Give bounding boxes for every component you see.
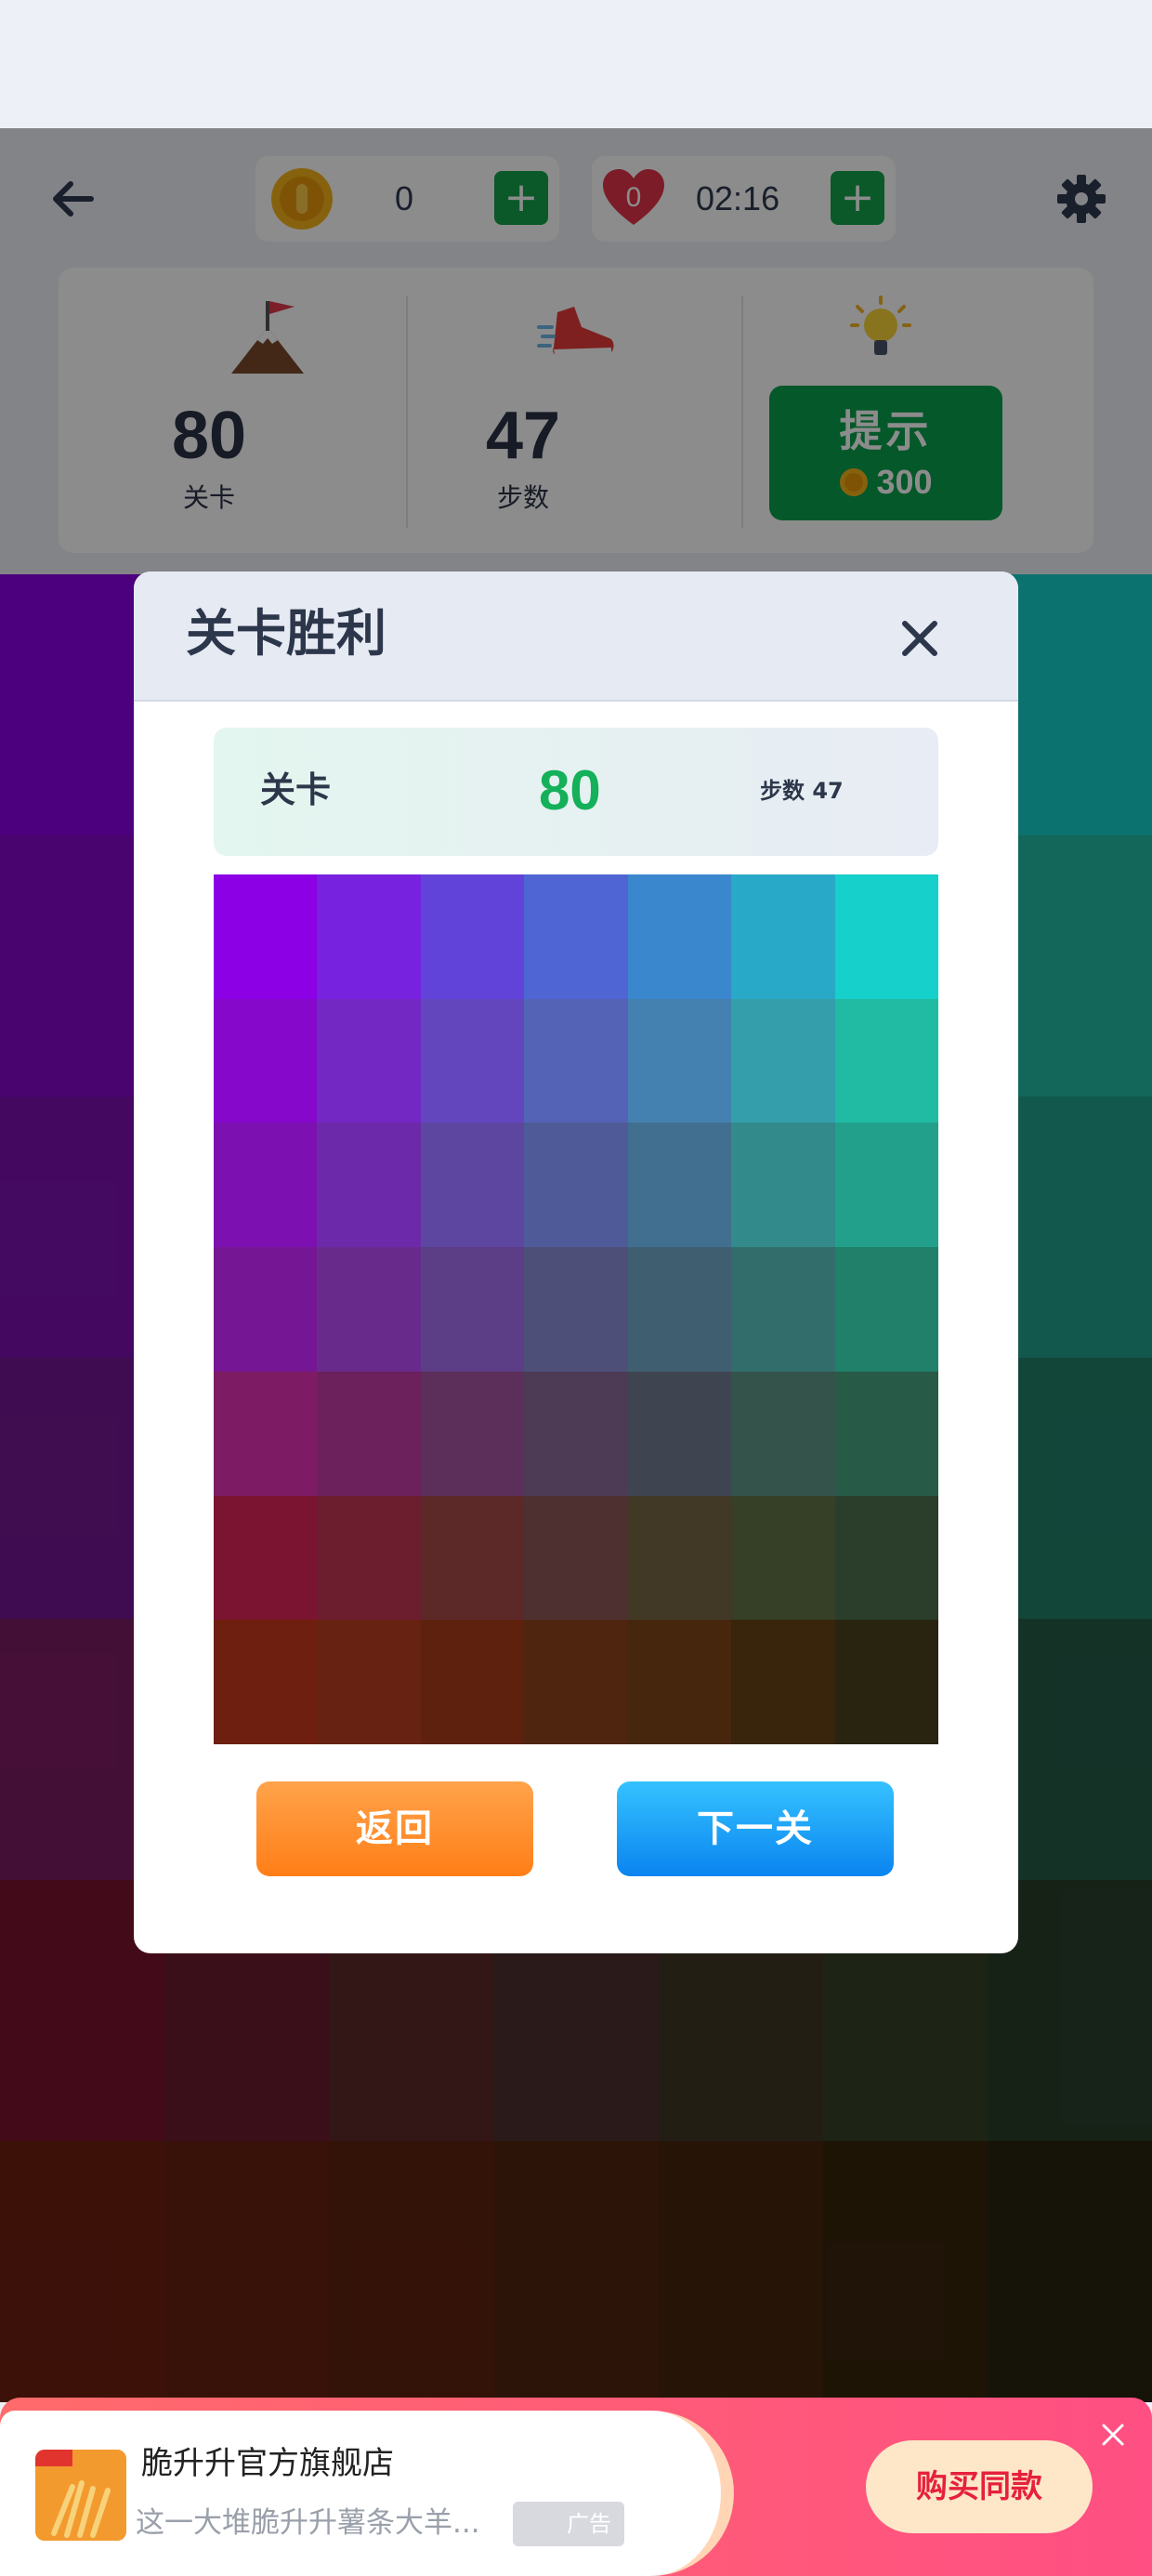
solved-tile xyxy=(627,1247,732,1372)
result-level-label: 关卡 xyxy=(260,769,332,810)
solved-tile xyxy=(627,998,732,1124)
dialog-header: 关卡胜利 xyxy=(134,572,1018,702)
solved-tile xyxy=(834,1247,938,1372)
solved-tile xyxy=(627,1495,732,1621)
result-summary: 关卡 80 步数 47 xyxy=(214,728,938,856)
solved-tile xyxy=(420,1620,525,1744)
solved-tile xyxy=(524,1247,628,1372)
solved-tile xyxy=(420,998,525,1124)
solved-tile xyxy=(524,1123,628,1248)
result-level-value: 80 xyxy=(539,759,601,821)
solved-tile xyxy=(214,1371,318,1496)
ad-product-image xyxy=(35,2450,126,2541)
solved-tile xyxy=(834,1371,938,1496)
ad-description: 这一大堆脆升升薯条大羊... xyxy=(136,2506,480,2540)
solved-tile xyxy=(627,1371,732,1496)
solved-tile xyxy=(834,1495,938,1621)
solved-tile xyxy=(214,1620,318,1744)
ad-buy-button[interactable]: 购买同款 xyxy=(866,2440,1093,2533)
solved-tile xyxy=(731,1123,835,1248)
solved-tile xyxy=(214,1123,318,1248)
solved-tile xyxy=(524,874,628,999)
ad-tag-label: 广告 xyxy=(567,2511,611,2537)
solved-tile xyxy=(317,1371,421,1496)
close-icon[interactable] xyxy=(892,611,948,666)
solved-tile xyxy=(317,1620,421,1744)
solved-tile xyxy=(834,998,938,1124)
solved-tile xyxy=(317,1123,421,1248)
solved-tile xyxy=(731,998,835,1124)
solved-tile xyxy=(731,1247,835,1372)
solved-tile xyxy=(420,1495,525,1621)
solved-tile xyxy=(731,1620,835,1744)
ad-card[interactable]: 脆升升官方旗舰店 这一大堆脆升升薯条大羊... 广告 xyxy=(0,2411,734,2576)
solved-tile xyxy=(627,874,732,999)
solved-tile xyxy=(317,1247,421,1372)
solved-tile xyxy=(731,1371,835,1496)
result-steps: 步数 47 xyxy=(760,778,844,804)
solved-tile xyxy=(524,1495,628,1621)
level-complete-dialog: 关卡胜利 关卡 80 步数 47 返回 下一关 xyxy=(134,572,1018,1953)
solved-color-grid xyxy=(214,874,938,1744)
solved-tile xyxy=(420,874,525,999)
solved-tile xyxy=(214,998,318,1124)
solved-tile xyxy=(627,1620,732,1744)
solved-tile xyxy=(834,874,938,999)
solved-tile xyxy=(731,874,835,999)
ad-banner[interactable]: 脆升升官方旗舰店 这一大堆脆升升薯条大羊... 广告 购买同款 xyxy=(0,2398,1152,2576)
solved-tile xyxy=(524,998,628,1124)
solved-tile xyxy=(317,998,421,1124)
solved-tile xyxy=(834,1620,938,1744)
solved-tile xyxy=(317,874,421,999)
solved-tile xyxy=(214,874,318,999)
solved-tile xyxy=(524,1620,628,1744)
solved-tile xyxy=(524,1371,628,1496)
close-icon[interactable] xyxy=(1098,2420,1128,2450)
solved-tile xyxy=(317,1495,421,1621)
solved-tile xyxy=(420,1371,525,1496)
solved-tile xyxy=(731,1495,835,1621)
solved-tile xyxy=(214,1247,318,1372)
fries-icon xyxy=(35,2450,126,2541)
solved-tile xyxy=(627,1123,732,1248)
solved-tile xyxy=(214,1495,318,1621)
ad-title: 脆升升官方旗舰店 xyxy=(141,2445,394,2482)
status-bar xyxy=(0,0,1152,128)
solved-tile xyxy=(420,1247,525,1372)
return-button[interactable]: 返回 xyxy=(256,1781,533,1876)
solved-tile xyxy=(834,1123,938,1248)
solved-tile xyxy=(420,1123,525,1248)
next-level-button[interactable]: 下一关 xyxy=(617,1781,894,1876)
ad-tag: 广告 xyxy=(513,2502,624,2546)
dialog-title: 关卡胜利 xyxy=(186,604,386,663)
